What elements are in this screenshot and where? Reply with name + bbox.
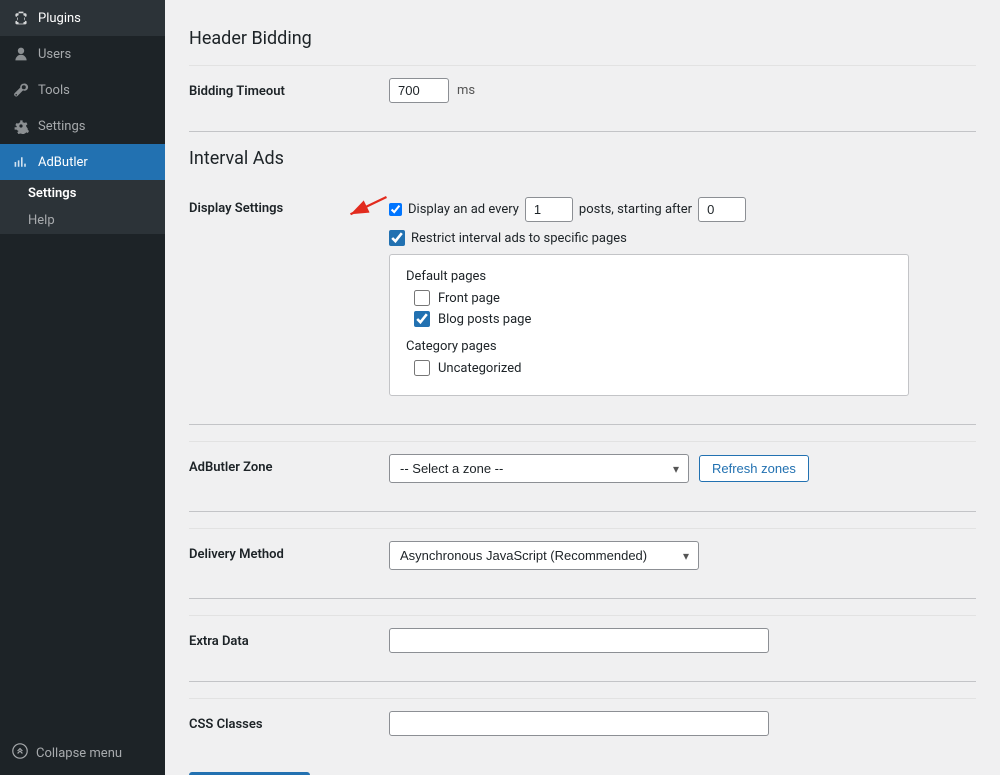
refresh-zones-button[interactable]: Refresh zones [699, 455, 809, 482]
bidding-timeout-input[interactable] [389, 78, 449, 103]
restrict-checkbox[interactable] [389, 230, 405, 246]
delivery-method-label: Delivery Method [189, 541, 389, 562]
sidebar-item-settings[interactable]: Settings [0, 108, 165, 144]
sidebar-item-tools-label: Tools [38, 83, 70, 98]
default-pages-section: Default pages Front page Blog posts page [406, 269, 892, 327]
ad-every-text: Display an ad every [408, 202, 519, 217]
section-divider-5 [189, 681, 976, 682]
sidebar-subitem-settings[interactable]: Settings [0, 180, 165, 207]
bidding-timeout-row: Bidding Timeout ms [189, 65, 976, 115]
css-classes-label: CSS Classes [189, 711, 389, 732]
display-settings-row: Display Settings Display an ad every pos… [189, 185, 976, 408]
sidebar-item-plugins-label: Plugins [38, 11, 81, 26]
css-classes-row: CSS Classes [189, 698, 976, 748]
pages-box: Default pages Front page Blog posts page… [389, 254, 909, 396]
section-divider-3 [189, 511, 976, 512]
css-classes-content [389, 711, 976, 736]
sidebar-submenu: Settings Help [0, 180, 165, 234]
collapse-menu[interactable]: Collapse menu [0, 734, 165, 775]
zone-select-wrapper: -- Select a zone -- [389, 454, 689, 483]
blog-posts-checkbox[interactable] [414, 311, 430, 327]
tools-icon [12, 81, 30, 99]
zone-content: -- Select a zone -- Refresh zones [389, 454, 976, 483]
sidebar-subitem-settings-label: Settings [28, 186, 76, 201]
section-divider-2 [189, 424, 976, 425]
delivery-method-content: Asynchronous JavaScript (Recommended) Sy… [389, 541, 976, 570]
save-section: Save Changes [189, 764, 976, 775]
zone-input-row: -- Select a zone -- Refresh zones [389, 454, 976, 483]
plugin-icon [12, 9, 30, 27]
category-pages-label: Category pages [406, 339, 892, 354]
settings-icon [12, 117, 30, 135]
main-content: Header Bidding Bidding Timeout ms Interv… [165, 0, 1000, 775]
restrict-row: Restrict interval ads to specific pages [389, 230, 976, 246]
posts-text: posts, starting after [579, 202, 692, 217]
default-pages-label: Default pages [406, 269, 892, 284]
users-icon [12, 45, 30, 63]
interval-ads-title: Interval Ads [189, 148, 976, 169]
section-divider-1 [189, 131, 976, 132]
sidebar-item-adbutler[interactable]: AdButler [0, 144, 165, 180]
delivery-method-select[interactable]: Asynchronous JavaScript (Recommended) Sy… [389, 541, 699, 570]
sidebar: Plugins Users Tools Settings AdButler Se… [0, 0, 165, 775]
display-settings-content: Display an ad every posts, starting afte… [389, 197, 976, 396]
section-divider-4 [189, 598, 976, 599]
zone-select[interactable]: -- Select a zone -- [389, 454, 689, 483]
bidding-timeout-label: Bidding Timeout [189, 78, 389, 99]
front-page-option: Front page [406, 290, 892, 306]
extra-data-content [389, 628, 976, 653]
sidebar-item-tools[interactable]: Tools [0, 72, 165, 108]
front-page-checkbox[interactable] [414, 290, 430, 306]
extra-data-label: Extra Data [189, 628, 389, 649]
sidebar-item-users-label: Users [38, 47, 71, 62]
sidebar-item-settings-label: Settings [38, 119, 85, 134]
starting-after-input[interactable] [698, 197, 746, 222]
uncategorized-checkbox[interactable] [414, 360, 430, 376]
css-classes-input[interactable] [389, 711, 769, 736]
ad-every-row: Display an ad every posts, starting afte… [389, 197, 976, 222]
chart-icon [12, 153, 30, 171]
uncategorized-label: Uncategorized [438, 361, 521, 376]
front-page-label: Front page [438, 291, 500, 306]
delivery-method-row: Delivery Method Asynchronous JavaScript … [189, 528, 976, 582]
delivery-select-wrapper: Asynchronous JavaScript (Recommended) Sy… [389, 541, 699, 570]
zone-label: AdButler Zone [189, 454, 389, 475]
extra-data-input[interactable] [389, 628, 769, 653]
sidebar-item-adbutler-label: AdButler [38, 155, 88, 170]
uncategorized-option: Uncategorized [406, 360, 892, 376]
extra-data-row: Extra Data [189, 615, 976, 665]
blog-posts-option: Blog posts page [406, 311, 892, 327]
zone-row: AdButler Zone -- Select a zone -- Refres… [189, 441, 976, 495]
display-ad-checkbox[interactable] [389, 203, 402, 216]
collapse-icon [12, 743, 28, 763]
bidding-timeout-content: ms [389, 78, 976, 103]
sidebar-item-plugins[interactable]: Plugins [0, 0, 165, 36]
category-pages-section: Category pages Uncategorized [406, 339, 892, 376]
ms-unit-label: ms [457, 83, 475, 98]
sidebar-subitem-help-label: Help [28, 213, 55, 228]
blog-posts-label: Blog posts page [438, 312, 531, 327]
ad-every-input[interactable] [525, 197, 573, 222]
restrict-label: Restrict interval ads to specific pages [411, 231, 627, 246]
sidebar-subitem-help[interactable]: Help [0, 207, 165, 234]
display-settings-label: Display Settings [189, 197, 389, 216]
collapse-menu-label: Collapse menu [36, 746, 122, 761]
header-bidding-title: Header Bidding [189, 28, 976, 49]
sidebar-item-users[interactable]: Users [0, 36, 165, 72]
